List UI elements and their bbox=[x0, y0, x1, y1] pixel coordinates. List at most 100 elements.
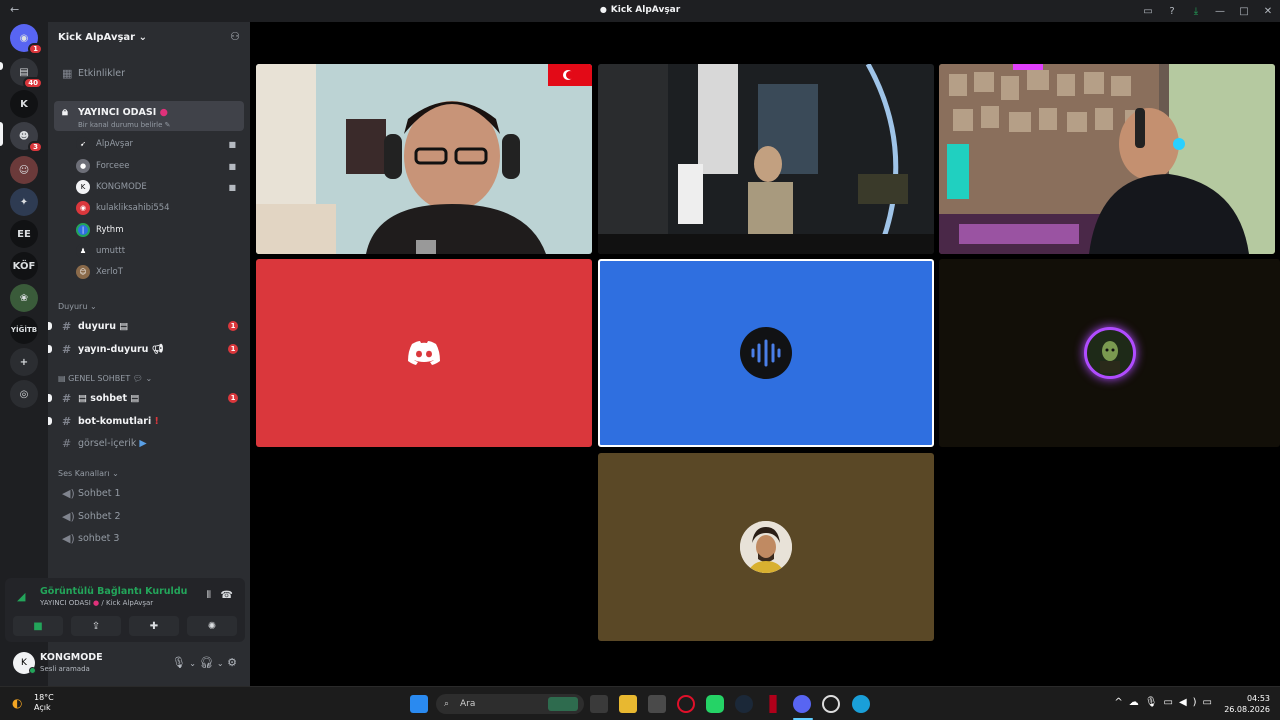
mention-badge: 1 bbox=[228, 393, 238, 403]
voice-member[interactable]: ➹ AlpAvşar ■ bbox=[76, 134, 240, 154]
signal-icon: ◢ bbox=[17, 590, 26, 603]
video-tile-forceee[interactable] bbox=[598, 64, 934, 254]
headphones-icon[interactable]: 🎧︎ bbox=[199, 656, 213, 669]
server-badge: 1 bbox=[28, 43, 43, 55]
soundboard-button[interactable]: ✺ bbox=[187, 616, 237, 636]
chevron-down-icon[interactable]: ⌄ bbox=[189, 659, 196, 668]
gear-icon[interactable]: ⚙ bbox=[227, 656, 237, 669]
channel-status-hint[interactable]: Bir kanal durumu belirle ✎ bbox=[54, 115, 244, 135]
discord-icon: ◉ bbox=[19, 32, 29, 44]
server-avatar: ☻ bbox=[18, 130, 30, 142]
server-kof[interactable]: KÖF bbox=[10, 252, 38, 280]
voice-member[interactable]: ● Forceee ■ bbox=[76, 156, 240, 176]
voice-member[interactable]: | Rythm bbox=[76, 220, 240, 240]
close-button[interactable]: ✕ bbox=[1256, 6, 1280, 17]
calendar-icon: ▦ bbox=[62, 66, 73, 80]
discord-taskbar-icon[interactable] bbox=[793, 695, 811, 713]
plus-icon: + bbox=[19, 356, 29, 368]
username[interactable]: KONGMODE bbox=[40, 652, 103, 663]
text-channel-gorsel-icerik[interactable]: # görsel-içerik ▶ bbox=[54, 433, 244, 453]
invite-icon[interactable]: ⚇ bbox=[230, 30, 240, 43]
screen-share-button[interactable]: ⇪ bbox=[71, 616, 121, 636]
discover-button[interactable]: ◎ bbox=[10, 380, 38, 408]
text-channel-duyuru[interactable]: # duyuru ▤ 1 bbox=[48, 316, 244, 336]
volume-icon[interactable]: ◀) bbox=[1179, 697, 1203, 708]
task-view-icon[interactable] bbox=[590, 695, 608, 713]
system-tray[interactable]: ^☁🎙︎▭◀)▭ bbox=[1114, 697, 1218, 708]
maximize-button[interactable]: □ bbox=[1232, 6, 1256, 17]
server-yigitb[interactable]: YİĞİTB bbox=[10, 316, 38, 344]
taskbar-search[interactable]: ⌕ Ara bbox=[436, 694, 584, 714]
chrome-icon[interactable] bbox=[822, 695, 840, 713]
voice-member[interactable]: ♟ umuttt bbox=[76, 241, 240, 261]
server-home[interactable]: ◉ 1 bbox=[10, 24, 43, 55]
edge-icon[interactable] bbox=[852, 695, 870, 713]
server-kick-alpavsar[interactable]: ☻ 3 bbox=[10, 122, 43, 153]
server-folder[interactable]: ▤ 40 bbox=[10, 58, 43, 89]
inbox-icon[interactable]: ▭ bbox=[1136, 6, 1160, 17]
mic-icon[interactable]: 🎙︎ bbox=[1145, 697, 1164, 708]
title-bar: ← ● Kick AlpAvşar ▭ ? ⤓ — □ ✕ bbox=[0, 0, 1280, 22]
server-avatar-3[interactable]: ✦ bbox=[10, 188, 38, 216]
window-title: ● Kick AlpAvşar bbox=[599, 5, 681, 15]
help-icon[interactable]: ? bbox=[1160, 6, 1184, 17]
video-tile-xerlot[interactable] bbox=[939, 64, 1275, 254]
text-channel-sohbet[interactable]: # ▤ sohbet ▤ 1 bbox=[48, 388, 244, 408]
category-genel-sohbet[interactable]: ▤ GENEL SOHBET 💬︎ ⌄ bbox=[58, 374, 152, 383]
guild-header[interactable]: Kick AlpAvşar ⌄ ⚇ bbox=[48, 22, 250, 52]
audio-tile-kongmode[interactable] bbox=[598, 453, 934, 641]
server-avatar: ❀ bbox=[19, 292, 29, 304]
avatar: K bbox=[76, 180, 90, 194]
hash-icon: # bbox=[62, 414, 72, 428]
noise-suppression-icon[interactable]: ⦀ bbox=[207, 590, 211, 601]
disconnect-icon[interactable]: ☎ bbox=[221, 590, 233, 601]
download-icon[interactable]: ⤓ bbox=[1184, 6, 1208, 17]
minimize-button[interactable]: — bbox=[1208, 6, 1232, 17]
opera-icon[interactable] bbox=[677, 695, 695, 713]
steam-icon[interactable] bbox=[735, 695, 753, 713]
video-tile-alpavsar[interactable] bbox=[256, 64, 592, 254]
voice-channel-sohbet-1[interactable]: ◀) Sohbet 1 bbox=[54, 483, 244, 503]
file-explorer-icon[interactable] bbox=[619, 695, 637, 713]
windows-start-icon[interactable] bbox=[410, 695, 428, 713]
user-avatar bbox=[740, 521, 792, 573]
audio-tile-umuttt[interactable] bbox=[939, 259, 1280, 447]
connection-status[interactable]: Görüntülü Bağlantı Kuruldu bbox=[40, 586, 187, 597]
search-icon: ⌕ bbox=[444, 699, 450, 709]
battery-icon[interactable]: ▭ bbox=[1203, 697, 1218, 708]
server-icon: ● bbox=[599, 5, 607, 14]
voice-member[interactable]: ◉ kulakliksahibi554 bbox=[76, 198, 240, 218]
text-channel-bot-komutlari[interactable]: # bot-komutlari ! bbox=[48, 411, 244, 431]
voice-member[interactable]: ☺ XerloT bbox=[76, 262, 240, 282]
microphone-icon[interactable]: 🎙︎ bbox=[172, 656, 186, 669]
audio-tile-kulakliksahibi554[interactable] bbox=[256, 259, 592, 447]
connection-channel[interactable]: YAYINCI ODASI ● / Kick AlpAvşar bbox=[40, 599, 153, 607]
add-server-button[interactable]: + bbox=[10, 348, 38, 376]
server-k[interactable]: K bbox=[10, 90, 38, 118]
store-icon[interactable] bbox=[648, 695, 666, 713]
chevron-down-icon[interactable]: ⌄ bbox=[217, 659, 224, 668]
whatsapp-icon[interactable] bbox=[706, 695, 724, 713]
cloud-icon[interactable]: ☁ bbox=[1129, 697, 1145, 708]
system-clock[interactable]: 04:53 26.08.2026 bbox=[1224, 693, 1270, 715]
category-duyuru[interactable]: Duyuru ⌄ bbox=[58, 302, 97, 311]
audio-tile-rythm[interactable] bbox=[598, 259, 934, 447]
screen-share-icon: ⇪ bbox=[91, 620, 101, 632]
activities-button[interactable]: ✚ bbox=[129, 616, 179, 636]
server-avatar-2[interactable]: ☺ bbox=[10, 156, 38, 184]
network-icon[interactable]: ▭ bbox=[1164, 697, 1179, 708]
voice-channel-sohbet-2[interactable]: ◀) Sohbet 2 bbox=[54, 506, 244, 526]
hash-icon: # bbox=[62, 319, 72, 333]
category-ses-kanallari[interactable]: Ses Kanalları ⌄ bbox=[58, 469, 119, 478]
voice-channel-sohbet-3[interactable]: ◀) sohbet 3 bbox=[54, 528, 244, 548]
server-ee[interactable]: EE bbox=[10, 220, 38, 248]
events-link[interactable]: ▦ Etkinlikler bbox=[54, 63, 244, 83]
camera-button[interactable]: ■ bbox=[13, 616, 63, 636]
app-icon[interactable] bbox=[769, 695, 777, 713]
avatar: ♟ bbox=[76, 244, 90, 258]
text-channel-yayin-duyuru[interactable]: # yayın-duyuru 📢︎ 1 bbox=[48, 339, 244, 359]
server-avatar-4[interactable]: ❀ bbox=[10, 284, 38, 312]
folder-icon: ▤ bbox=[19, 66, 29, 78]
voice-member[interactable]: K KONGMODE ■ bbox=[76, 177, 240, 197]
chevron-up-icon[interactable]: ^ bbox=[1114, 697, 1128, 708]
